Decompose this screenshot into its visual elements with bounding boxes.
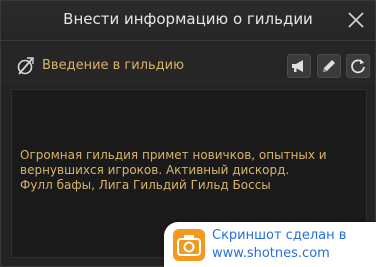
guild-emblem-icon bbox=[15, 56, 35, 76]
dialog-title: Внести информацию о гильдии bbox=[63, 10, 313, 28]
close-icon[interactable] bbox=[346, 10, 366, 30]
camera-logo-icon bbox=[172, 228, 206, 262]
edit-button[interactable] bbox=[317, 54, 341, 78]
guild-description-text: Огромная гильдия примет новичков, опытны… bbox=[20, 148, 327, 192]
announce-button[interactable] bbox=[287, 54, 311, 78]
pencil-icon bbox=[323, 60, 335, 72]
guild-intro-label: Введение в гильдию bbox=[42, 58, 185, 73]
watermark-url: www.shotnes.com bbox=[212, 246, 330, 261]
watermark-caption: Скриншот сделан в bbox=[212, 228, 347, 243]
refresh-button[interactable] bbox=[346, 54, 370, 78]
dialog-titlebar: Внести информацию о гильдии bbox=[1, 1, 375, 41]
screenshot-watermark: Скриншот сделан в www.shotnes.com bbox=[164, 222, 376, 267]
megaphone-icon bbox=[292, 60, 303, 72]
refresh-icon bbox=[351, 59, 365, 74]
